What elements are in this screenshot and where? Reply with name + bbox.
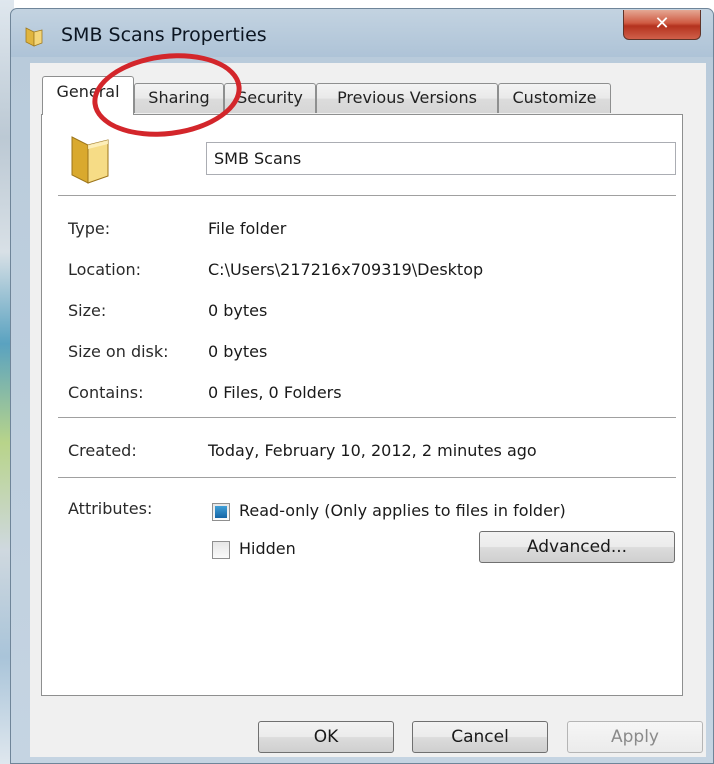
folder-name-input[interactable] <box>206 142 676 175</box>
tab-label: Customize <box>512 88 597 107</box>
size-on-disk-value: 0 bytes <box>208 342 268 361</box>
cancel-button[interactable]: Cancel <box>412 721 548 753</box>
hidden-label[interactable]: Hidden <box>239 539 296 558</box>
attributes-label: Attributes: <box>68 499 153 518</box>
apply-button: Apply <box>567 721 703 753</box>
properties-window: SMB Scans Properties ✕ General Sharing S… <box>10 8 714 764</box>
read-only-checkbox[interactable] <box>212 503 230 521</box>
type-label: Type: <box>68 219 111 238</box>
close-icon: ✕ <box>654 13 670 34</box>
tab-security[interactable]: Security <box>224 83 316 113</box>
tab-previous-versions[interactable]: Previous Versions <box>316 83 498 113</box>
dialog-client-area: General Sharing Security Previous Versio… <box>30 63 706 757</box>
ok-button[interactable]: OK <box>258 721 394 753</box>
contains-label: Contains: <box>68 383 144 402</box>
location-label: Location: <box>68 260 142 279</box>
created-value: Today, February 10, 2012, 2 minutes ago <box>208 441 537 460</box>
separator <box>58 195 676 197</box>
created-label: Created: <box>68 441 137 460</box>
title-bar[interactable]: SMB Scans Properties ✕ <box>11 9 713 59</box>
type-value: File folder <box>208 219 287 238</box>
tab-label: General <box>56 82 120 101</box>
window-title: SMB Scans Properties <box>61 24 267 46</box>
tab-label: Previous Versions <box>337 88 477 107</box>
size-value: 0 bytes <box>208 301 268 320</box>
size-label: Size: <box>68 301 107 320</box>
size-on-disk-label: Size on disk: <box>68 342 169 361</box>
advanced-button[interactable]: Advanced... <box>479 531 675 563</box>
general-tab-panel: Type: File folder Location: C:\Users\217… <box>41 114 683 696</box>
contains-value: 0 Files, 0 Folders <box>208 383 342 402</box>
close-button[interactable]: ✕ <box>623 10 701 40</box>
tab-label: Sharing <box>148 88 210 107</box>
tab-customize[interactable]: Customize <box>498 83 611 113</box>
tab-label: Security <box>237 88 303 107</box>
tab-general[interactable]: General <box>42 76 134 115</box>
hidden-checkbox[interactable] <box>212 541 230 559</box>
folder-icon <box>25 27 43 47</box>
separator <box>58 477 676 479</box>
folder-icon <box>71 136 109 184</box>
read-only-label[interactable]: Read-only (Only applies to files in fold… <box>239 501 566 520</box>
location-value: C:\Users\217216x709319\Desktop <box>208 260 484 279</box>
separator <box>58 417 676 419</box>
tab-sharing[interactable]: Sharing <box>134 83 224 113</box>
